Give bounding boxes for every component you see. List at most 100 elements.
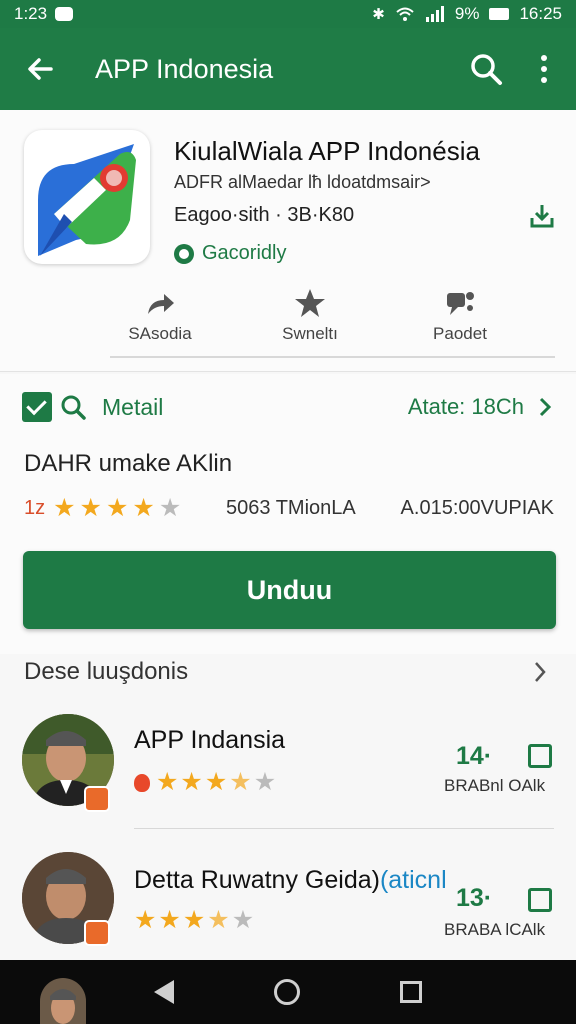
feedback-label: Paodet — [433, 324, 487, 343]
share-label: SAsodia — [128, 324, 192, 343]
star-empty-icon: ★ — [231, 906, 255, 934]
item-title-text: APP Indansia — [134, 726, 286, 754]
detail-header[interactable]: Metail — [22, 392, 163, 422]
rate-label: Swneltı — [282, 324, 338, 343]
status-right: ✱ 9% 16:25 — [372, 4, 562, 24]
download-button[interactable] — [528, 202, 556, 230]
app-logo-icon — [24, 130, 150, 264]
item-rating: ★ ★ ★ ★ ★ — [134, 770, 276, 795]
item-sub: BRABA lCAlk — [444, 920, 546, 939]
verified-badge: Gacoridly — [174, 242, 286, 265]
app-bar-actions — [468, 51, 576, 87]
star-icon: ★ — [182, 906, 206, 934]
bluetooth-icon: ✱ — [372, 6, 385, 23]
verified-label: Gacoridly — [202, 242, 287, 264]
install-button[interactable]: Unduu — [23, 551, 556, 629]
star-icon: ★ — [180, 768, 203, 796]
item-title: Detta Ruwatny Geida)(aticnl — [134, 866, 447, 895]
nav-back-icon[interactable] — [154, 980, 174, 1004]
list-item[interactable]: Detta Ruwatny Geida)(aticnl ★ ★ ★ ★ ★ 13… — [0, 842, 576, 962]
star-half-icon: ★ — [158, 494, 182, 522]
app-name: KiulalWiala APP Indonésia — [174, 136, 480, 166]
feedback-action[interactable]: Paodet — [400, 288, 520, 344]
message-icon — [55, 7, 74, 21]
downloads-stat: 5063 TMionLA — [226, 497, 356, 519]
star-icon: ★ — [134, 906, 157, 934]
chevron-right-icon — [539, 397, 552, 417]
more-dot-icon — [541, 55, 547, 61]
download-icon — [530, 205, 554, 228]
star-icon — [295, 289, 325, 317]
app-developer[interactable]: ADFR alMaedar lħ ldoatdmsair> — [174, 172, 431, 193]
arrow-left-icon — [28, 58, 53, 80]
rating-number: 1z — [24, 497, 46, 519]
star-icon: ★ — [132, 494, 155, 522]
nav-recents-icon[interactable] — [400, 981, 422, 1003]
wifi-icon — [396, 7, 414, 21]
update-text: Atate: 18Ch — [407, 394, 524, 419]
star-icon: ★ — [105, 494, 129, 522]
related-title: Dese luuşdonis — [24, 658, 189, 685]
app-bar-title: APP Indonesia — [95, 53, 274, 84]
app-header-card: KiulalWiala APP Indonésia ADFR alMaedar … — [0, 110, 576, 372]
feedback-icon — [447, 292, 474, 315]
star-icon: ★ — [158, 906, 181, 934]
bag-icon[interactable] — [528, 744, 552, 768]
star-icon: ★ — [79, 494, 102, 522]
back-button[interactable] — [0, 28, 80, 110]
item-title-accent: (aticnl — [379, 866, 447, 894]
search-icon — [61, 395, 86, 420]
item-count: 13· — [456, 884, 493, 912]
related-header[interactable]: Dese luuşdonis — [0, 654, 576, 694]
status-time-left: 1:23 — [14, 4, 48, 23]
star-half-icon: ★ — [207, 906, 230, 934]
item-title-text: Detta Ruwatny Geida) — [134, 866, 380, 894]
avatar — [40, 978, 86, 1024]
app-badge-icon — [84, 786, 110, 812]
system-nav-bar — [0, 960, 576, 1024]
bag-icon[interactable] — [528, 888, 552, 912]
share-action[interactable]: SAsodia — [100, 288, 220, 344]
more-dot-icon — [541, 66, 547, 72]
item-rating: ★ ★ ★ ★ ★ — [134, 908, 254, 933]
list-item[interactable]: APP Indansia ★ ★ ★ ★ ★ 14· BRABnl OAlk — [0, 704, 576, 824]
star-half-icon: ★ — [229, 768, 252, 796]
app-action-row: SAsodia Swneltı Paodet — [100, 288, 520, 344]
search-icon — [471, 54, 502, 85]
star-empty-icon: ★ — [253, 768, 277, 796]
battery-icon — [489, 8, 510, 20]
more-dot-icon — [541, 77, 547, 83]
update-link[interactable]: Atate: 18Ch — [408, 394, 552, 420]
item-sub: BRABnl OAlk — [444, 776, 546, 795]
chevron-right-icon — [535, 662, 546, 682]
app-size: Eagoo·sith · 3B·K80 — [174, 204, 355, 226]
detail-title: DAHR umake AKlin — [24, 450, 233, 477]
share-icon — [148, 294, 174, 314]
battery-percent: 9% — [454, 4, 480, 23]
rating-stars: 1z ★ ★ ★ ★ ★ — [24, 496, 181, 521]
checkbox-icon[interactable] — [22, 392, 52, 422]
detail-label: Metail — [102, 393, 164, 420]
item-count: 14· — [456, 742, 493, 770]
status-bar: 1:23 ✱ 9% 16:25 — [0, 0, 576, 28]
star-icon: ★ — [53, 494, 76, 522]
signal-icon — [425, 6, 444, 22]
item-title: APP Indansia — [134, 726, 285, 755]
fire-icon — [134, 773, 150, 792]
star-icon: ★ — [156, 768, 179, 796]
rate-action[interactable]: Swneltı — [250, 288, 370, 344]
status-left: 1:23 — [14, 4, 74, 24]
price-stat: A.015:00VUPIAK — [400, 497, 554, 519]
app-badge-icon — [84, 920, 110, 946]
app-bar: APP Indonesia — [0, 28, 576, 110]
search-button[interactable] — [468, 51, 504, 87]
divider — [110, 356, 555, 358]
nav-home-icon[interactable] — [274, 979, 300, 1005]
rating-row: 1z ★ ★ ★ ★ ★ 5063 TMionLA A.015:00VUPIAK — [24, 496, 554, 521]
status-time-right: 16:25 — [519, 4, 562, 23]
detail-section: Metail Atate: 18Ch DAHR umake AKlin 1z ★… — [0, 374, 576, 654]
more-options-button[interactable] — [534, 51, 554, 87]
divider — [134, 828, 554, 829]
verified-icon — [174, 243, 194, 264]
star-icon: ★ — [204, 768, 228, 796]
